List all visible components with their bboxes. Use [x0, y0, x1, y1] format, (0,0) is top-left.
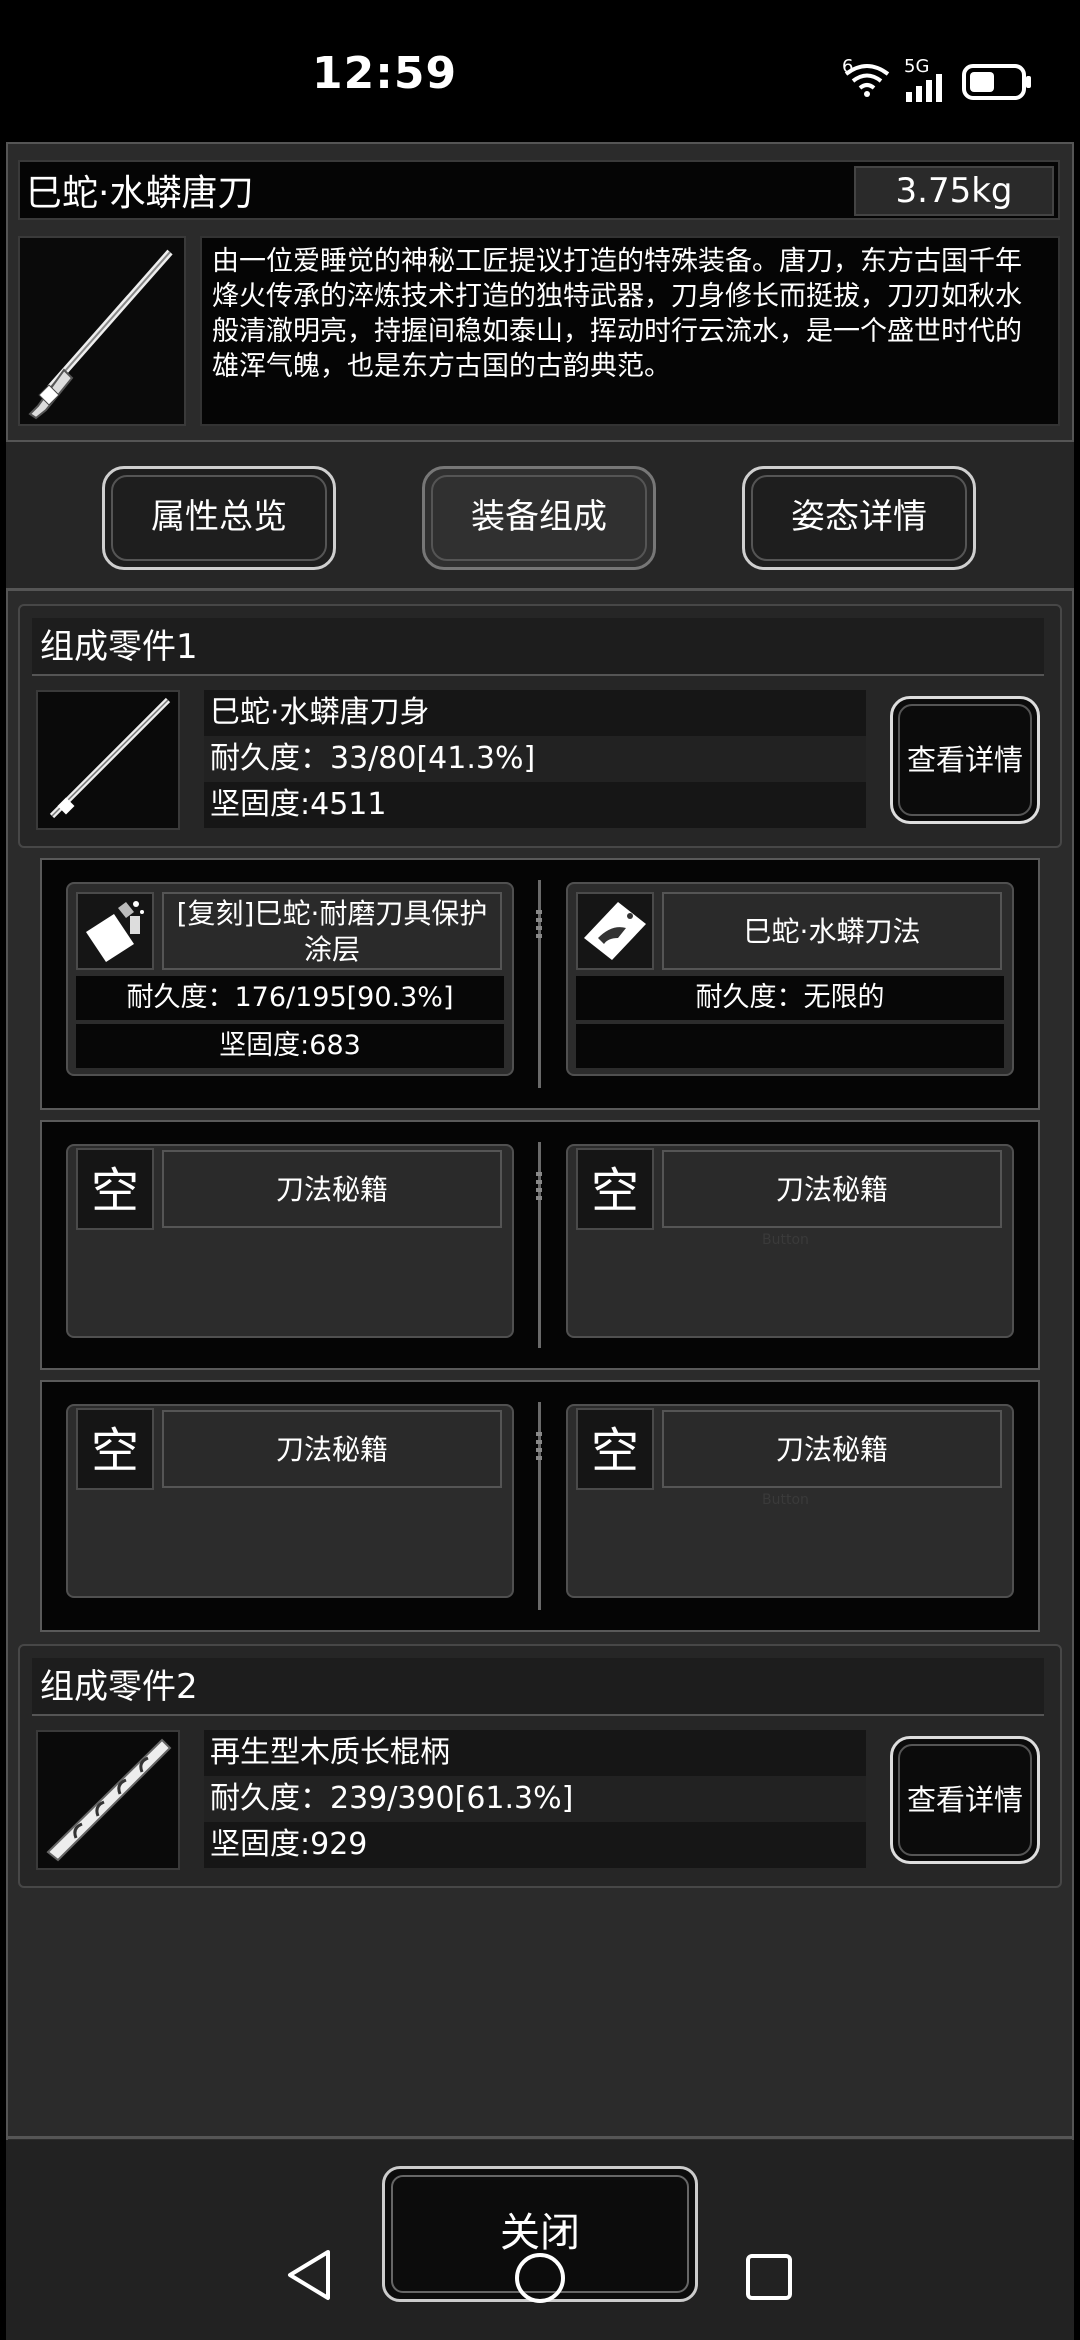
signal-icon: [906, 74, 942, 102]
divider: [536, 910, 542, 942]
tab-attribute-overview[interactable]: 属性总览: [102, 466, 336, 570]
hardness-text: 坚固度:683: [76, 1024, 504, 1068]
durability-text: 耐久度：无限的: [576, 976, 1004, 1020]
item-title: 巳蛇·水蟒唐刀: [26, 173, 254, 214]
slot-type-name: 刀法秘籍: [662, 1410, 1002, 1488]
slot-type-name: 刀法秘籍: [162, 1410, 502, 1488]
slot-item-name: 巳蛇·水蟒刀法: [662, 892, 1002, 970]
divider: [536, 1432, 542, 1464]
blade-icon: [36, 690, 180, 830]
empty-slot-icon: 空: [76, 1408, 154, 1490]
view-details-button[interactable]: 查看详情: [890, 696, 1040, 824]
part-heading: 组成零件1: [32, 618, 1044, 676]
ghost-button-label: Button: [762, 1232, 809, 1248]
divider: [6, 588, 1074, 591]
nav-home-icon[interactable]: [512, 2250, 568, 2306]
wooden-handle-icon: [36, 1730, 180, 1870]
tab-equipment-composition[interactable]: 装备组成: [422, 466, 656, 570]
durability-text: 耐久度：239/390[61.3%]: [204, 1776, 866, 1822]
nav-back-icon[interactable]: [284, 2248, 334, 2302]
empty-slot-icon: 空: [576, 1408, 654, 1490]
durability-text: 耐久度：176/195[90.3%]: [76, 976, 504, 1020]
hardness-text: 坚固度:4511: [210, 787, 387, 822]
slot-type-name: 刀法秘籍: [662, 1150, 1002, 1228]
tang-sword-icon: [18, 236, 186, 426]
part-heading: 组成零件2: [32, 1658, 1044, 1716]
empty-slot-icon: 空: [576, 1148, 654, 1230]
battery-icon: [962, 64, 1031, 100]
item-weight: 3.75kg: [854, 166, 1054, 216]
part-stats: 再生型木质长棍柄 耐久度：239/390[61.3%] 坚固度:929: [204, 1730, 866, 1868]
tab-stance-details[interactable]: 姿态详情: [742, 466, 976, 570]
wifi-icon: [844, 64, 890, 97]
nav-recents-icon[interactable]: [744, 2252, 794, 2302]
hardness-empty: [576, 1024, 1004, 1068]
item-description: 由一位爱睡觉的神秘工匠提议打造的特殊装备。唐刀，东方古国千年烽火传承的淬炼技术打…: [200, 236, 1060, 426]
durability-text: 耐久度：33/80[41.3%]: [204, 736, 866, 782]
manual-icon: [576, 892, 654, 970]
status-time: 12:59: [312, 48, 458, 99]
ghost-button-label: Button: [762, 1492, 809, 1508]
view-details-button[interactable]: 查看详情: [890, 1736, 1040, 1864]
divider: [6, 2136, 1074, 2139]
hardness-text: 坚固度:929: [210, 1827, 368, 1862]
slot-type-name: 刀法秘籍: [162, 1150, 502, 1228]
part-name: 巳蛇·水蟒唐刀身: [210, 695, 430, 730]
status-icons: 6 5G: [838, 54, 1048, 104]
part-name: 再生型木质长棍柄: [210, 1735, 450, 1770]
divider: [536, 1172, 542, 1204]
empty-slot-icon: 空: [76, 1148, 154, 1230]
part-stats: 巳蛇·水蟒唐刀身 耐久度：33/80[41.3%] 坚固度:4511: [204, 690, 866, 828]
coating-spray-icon: [76, 892, 154, 970]
slot-item-name: [复刻]巳蛇·耐磨刀具保护涂层: [162, 892, 502, 970]
